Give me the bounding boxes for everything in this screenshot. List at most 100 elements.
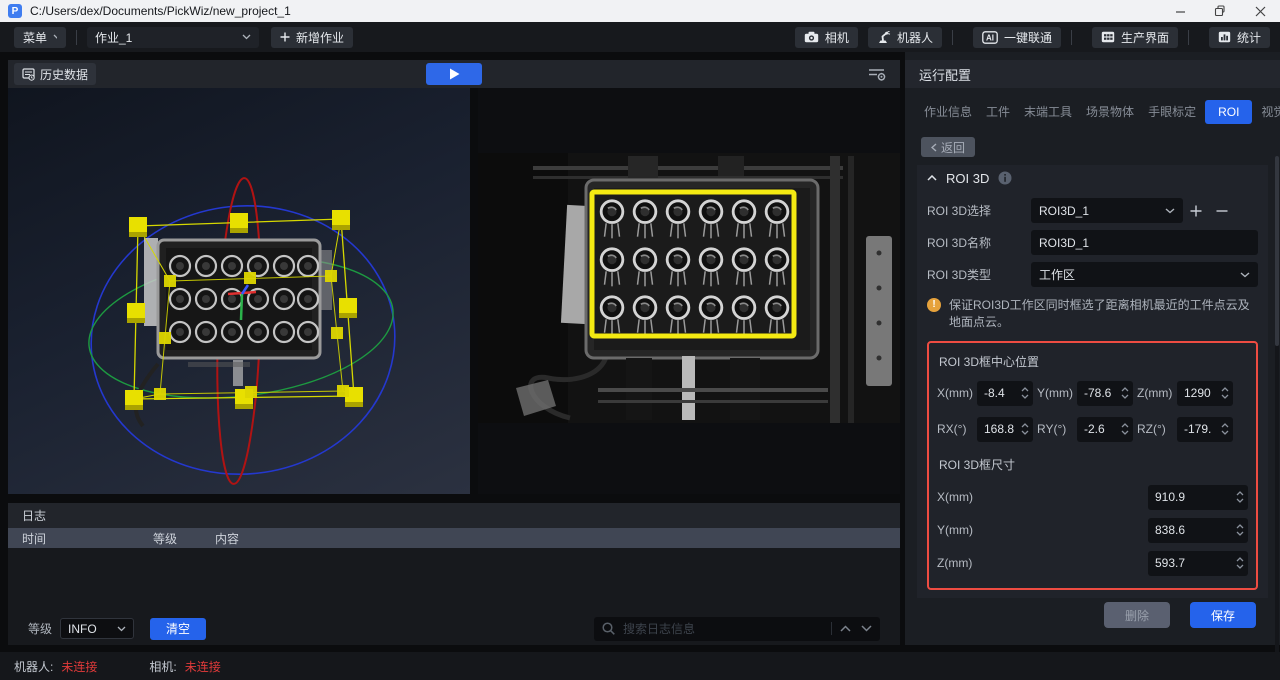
chevron-down-icon <box>117 626 126 631</box>
production-ui-button[interactable]: 生产界面 <box>1091 26 1178 48</box>
tab-scene-object[interactable]: 场景物体 <box>1079 98 1141 125</box>
size-y-value: 838.6 <box>1155 523 1186 538</box>
size-x-stepper[interactable] <box>1234 491 1246 504</box>
production-grid-icon <box>1101 31 1115 43</box>
rz-deg-value: -179. <box>1184 422 1212 437</box>
spinner-up-icon <box>1221 387 1229 392</box>
job-select-value: 作业_1 <box>95 30 133 45</box>
roi3d-section: ROI 3D ROI 3D选择 ROI3D_1 ROI 3D名称 ROI3D_1 <box>917 165 1268 598</box>
spinner-up-icon <box>1021 423 1029 428</box>
back-button[interactable]: 返回 <box>921 137 975 157</box>
close-button[interactable] <box>1240 0 1280 22</box>
roi3d-name-input[interactable]: ROI3D_1 <box>1031 230 1258 255</box>
size-z-input[interactable]: 593.7 <box>1148 550 1248 576</box>
tab-hand-eye-calib[interactable]: 手眼标定 <box>1141 98 1203 125</box>
x-mm-stepper[interactable] <box>1019 387 1031 400</box>
save-button[interactable]: 保存 <box>1190 602 1256 628</box>
robot-button[interactable]: 机器人 <box>867 26 942 48</box>
rz-deg-stepper[interactable] <box>1219 423 1231 436</box>
y-mm-value: -78.6 <box>1084 386 1112 401</box>
size-z-stepper[interactable] <box>1234 557 1246 570</box>
log-search-input[interactable] <box>623 621 823 636</box>
menu-label: 菜单 <box>23 30 48 45</box>
roi3d-section-header[interactable]: ROI 3D <box>917 165 1268 191</box>
roi3d-body: ROI 3D选择 ROI3D_1 ROI 3D名称 ROI3D_1 ROI 3D… <box>917 198 1268 598</box>
delete-button[interactable]: 删除 <box>1104 602 1170 628</box>
x-mm-input[interactable]: -8.4 <box>977 380 1033 406</box>
rx-deg-input[interactable]: 168.8 <box>977 416 1033 442</box>
rx-deg-value: 168.8 <box>984 422 1015 437</box>
z-mm-value: 1290 <box>1184 386 1211 401</box>
roi3d-select-dropdown[interactable]: ROI3D_1 <box>1031 198 1183 223</box>
roi3d-add-button[interactable] <box>1183 205 1209 217</box>
chevron-down-icon <box>242 34 251 40</box>
one-key-link-button[interactable]: AI 一键联通 <box>972 26 1061 48</box>
roi3d-remove-button[interactable] <box>1209 205 1235 217</box>
collapse-chevron-icon <box>927 175 937 181</box>
camera-status-label: 相机: <box>149 659 177 674</box>
rx-deg-stepper[interactable] <box>1019 423 1031 436</box>
log-table-header: 时间 等级 内容 <box>8 528 900 548</box>
job-select[interactable]: 作业_1 <box>87 26 259 48</box>
log-col-level: 等级 <box>153 531 178 546</box>
robot-status-value: 未连接 <box>61 659 98 674</box>
y-mm-stepper[interactable] <box>1119 387 1131 400</box>
ry-deg-value: -2.6 <box>1084 422 1105 437</box>
roi3d-type-dropdown[interactable]: 工作区 <box>1031 262 1258 287</box>
clear-log-button[interactable]: 清空 <box>150 617 207 640</box>
minimize-button[interactable] <box>1160 0 1200 22</box>
tab-job-info[interactable]: 作业信息 <box>917 98 979 125</box>
camera-icon <box>804 31 819 43</box>
maximize-icon <box>1214 5 1225 17</box>
ry-deg-stepper[interactable] <box>1119 423 1131 436</box>
roi-3d-viewport[interactable] <box>8 88 470 494</box>
size-y-stepper[interactable] <box>1234 524 1246 537</box>
spinner-up-icon <box>1236 524 1244 529</box>
maximize-button[interactable] <box>1200 0 1240 22</box>
z-mm-label: Z(mm) <box>1137 386 1173 401</box>
spinner-down-icon <box>1221 430 1229 436</box>
search-prev-icon[interactable] <box>840 625 851 632</box>
chevron-down-icon <box>1165 207 1175 213</box>
scrollbar-thumb[interactable] <box>1275 156 1279 346</box>
tab-workpiece[interactable]: 工件 <box>979 98 1017 125</box>
add-job-label: 新增作业 <box>296 30 345 45</box>
rz-deg-input[interactable]: -179. <box>1177 416 1233 442</box>
size-x-input[interactable]: 910.9 <box>1148 484 1248 510</box>
add-job-button[interactable]: 新增作业 <box>271 26 354 48</box>
size-y-label: Y(mm) <box>937 523 973 538</box>
roi3d-section-title: ROI 3D <box>946 170 990 186</box>
info-icon[interactable] <box>998 171 1012 185</box>
camera-button[interactable]: 相机 <box>794 26 858 48</box>
ry-deg-input[interactable]: -2.6 <box>1077 416 1133 442</box>
play-button[interactable] <box>426 63 482 85</box>
search-next-icon[interactable] <box>861 625 872 632</box>
history-data-button[interactable]: 历史数据 <box>14 63 97 85</box>
roi3d-warning: ! 保证ROI3D工作区同时框选了距离相机最近的工件点云及地面点云。 <box>927 297 1258 331</box>
run-config-panel: 运行配置 作业信息 工件 末端工具 场景物体 手眼标定 ROI 视觉参数 返回 … <box>905 52 1280 680</box>
menu-button[interactable]: 菜单 <box>14 26 66 48</box>
toolbar-divider <box>1070 29 1072 45</box>
z-mm-input[interactable]: 1290 <box>1177 380 1233 406</box>
tab-end-tool[interactable]: 末端工具 <box>1017 98 1079 125</box>
warning-icon: ! <box>927 298 941 312</box>
search-icon <box>602 622 615 635</box>
roi3d-size-row-y: Y(mm) 838.6 <box>937 517 1248 543</box>
roi3d-select-label: ROI 3D选择 <box>927 204 992 218</box>
spinner-down-icon <box>1021 430 1029 436</box>
panel-scrollbar[interactable] <box>1275 156 1279 680</box>
statistics-button[interactable]: 统计 <box>1208 26 1270 48</box>
spinner-down-icon <box>1121 430 1129 436</box>
log-level-select[interactable]: INFO <box>60 618 135 639</box>
camera-2d-viewport[interactable] <box>478 88 900 494</box>
tab-roi[interactable]: ROI <box>1205 99 1253 124</box>
back-label: 返回 <box>940 140 965 155</box>
y-mm-input[interactable]: -78.6 <box>1077 380 1133 406</box>
size-y-input[interactable]: 838.6 <box>1148 517 1248 543</box>
z-mm-stepper[interactable] <box>1219 387 1231 400</box>
history-icon <box>22 67 35 81</box>
display-settings-icon[interactable] <box>868 66 886 82</box>
tab-vision-params[interactable]: 视觉参数 <box>1254 98 1280 125</box>
roi3d-size-row-z: Z(mm) 593.7 <box>937 550 1248 576</box>
svg-text:AI: AI <box>986 33 994 42</box>
